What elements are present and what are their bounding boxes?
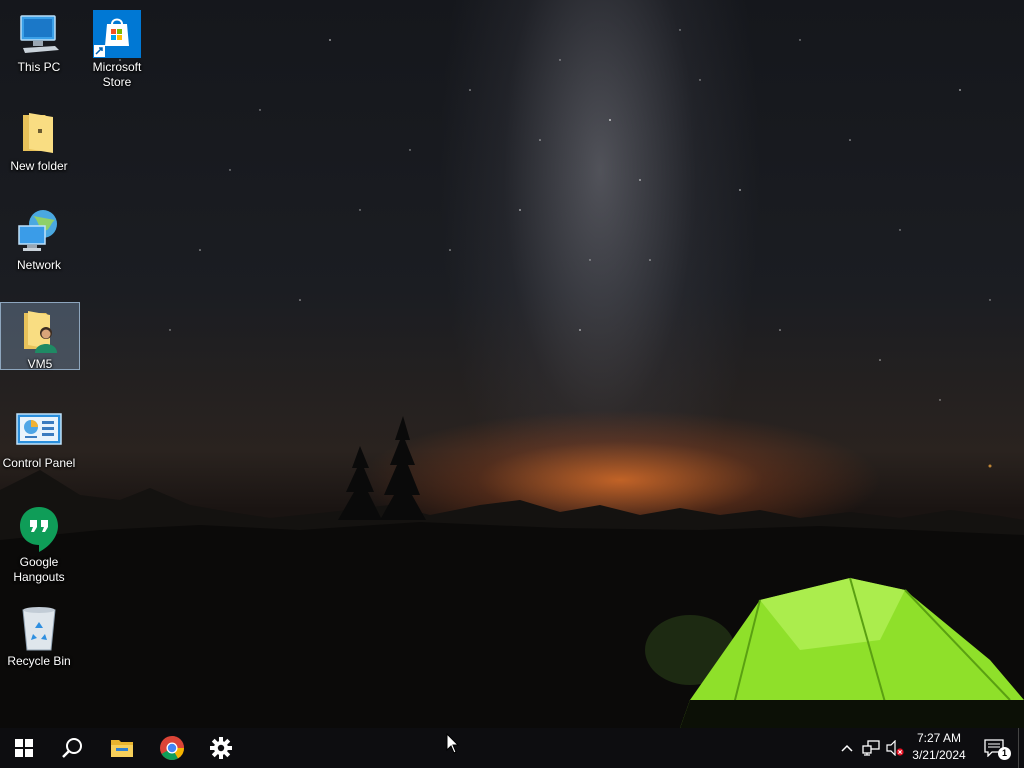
user-folder-icon (16, 307, 64, 355)
desktop-icon-new-folder[interactable]: New folder (0, 105, 78, 174)
chrome-icon (160, 736, 184, 761)
chevron-up-icon (841, 744, 853, 752)
desktop-icon-recycle-bin[interactable]: Recycle Bin (0, 600, 78, 669)
action-center-button[interactable]: 1 (978, 728, 1012, 768)
desktop-icon-microsoft-store[interactable]: Microsoft Store (78, 6, 156, 90)
recycle-bin-icon (15, 604, 63, 652)
clock-time: 7:27 AM (916, 731, 962, 745)
desktop-icon-label: New folder (10, 159, 68, 173)
desktop-icon-label: This PC (17, 60, 61, 74)
start-button[interactable] (0, 728, 48, 768)
desktop-icon-label: Recycle Bin (7, 654, 71, 668)
search-button[interactable] (48, 728, 96, 768)
network-status-button[interactable] (859, 728, 883, 768)
store-icon (93, 10, 141, 58)
desktop-icon-label: Microsoft Store (92, 60, 142, 89)
desktop-icon-label: Google Hangouts (13, 555, 65, 584)
desktop-wallpaper (0, 0, 1024, 728)
gear-icon (210, 737, 232, 759)
search-icon (62, 738, 82, 758)
control-panel-icon (15, 406, 63, 454)
hangouts-icon (15, 505, 63, 553)
settings-button[interactable] (197, 728, 245, 768)
desktop-icon-google-hangouts[interactable]: Google Hangouts (0, 501, 78, 585)
show-desktop-button[interactable] (1018, 728, 1024, 768)
chrome-button[interactable] (148, 728, 196, 768)
windows-start-icon (15, 739, 33, 757)
mouse-cursor-icon (446, 733, 460, 754)
desktop-icon-network[interactable]: Network (0, 204, 78, 273)
taskbar: 7:27 AM 3/21/2024 1 (0, 728, 1024, 768)
desktop-icon-control-panel[interactable]: Control Panel (0, 402, 78, 471)
notification-count-badge: 1 (998, 747, 1011, 760)
show-hidden-icons-button[interactable] (836, 728, 858, 768)
file-explorer-icon (111, 740, 133, 757)
desktop-icon-label: VM5 (27, 357, 53, 371)
clock-date: 3/21/2024 (912, 748, 966, 762)
desktop-icon-vm5[interactable]: VM5 (0, 302, 80, 371)
folder-icon (15, 109, 63, 157)
wired-network-icon (862, 740, 880, 756)
desktop-icon-label: Network (16, 258, 61, 272)
file-explorer-button[interactable] (98, 728, 146, 768)
computer-icon (15, 10, 63, 58)
desktop-icon-label: Control Panel (2, 456, 76, 470)
desktop-icon-this-pc[interactable]: This PC (0, 6, 78, 75)
clock[interactable]: 7:27 AM 3/21/2024 (902, 730, 976, 766)
network-icon (15, 208, 63, 256)
wallpaper-scene (0, 29, 1024, 728)
